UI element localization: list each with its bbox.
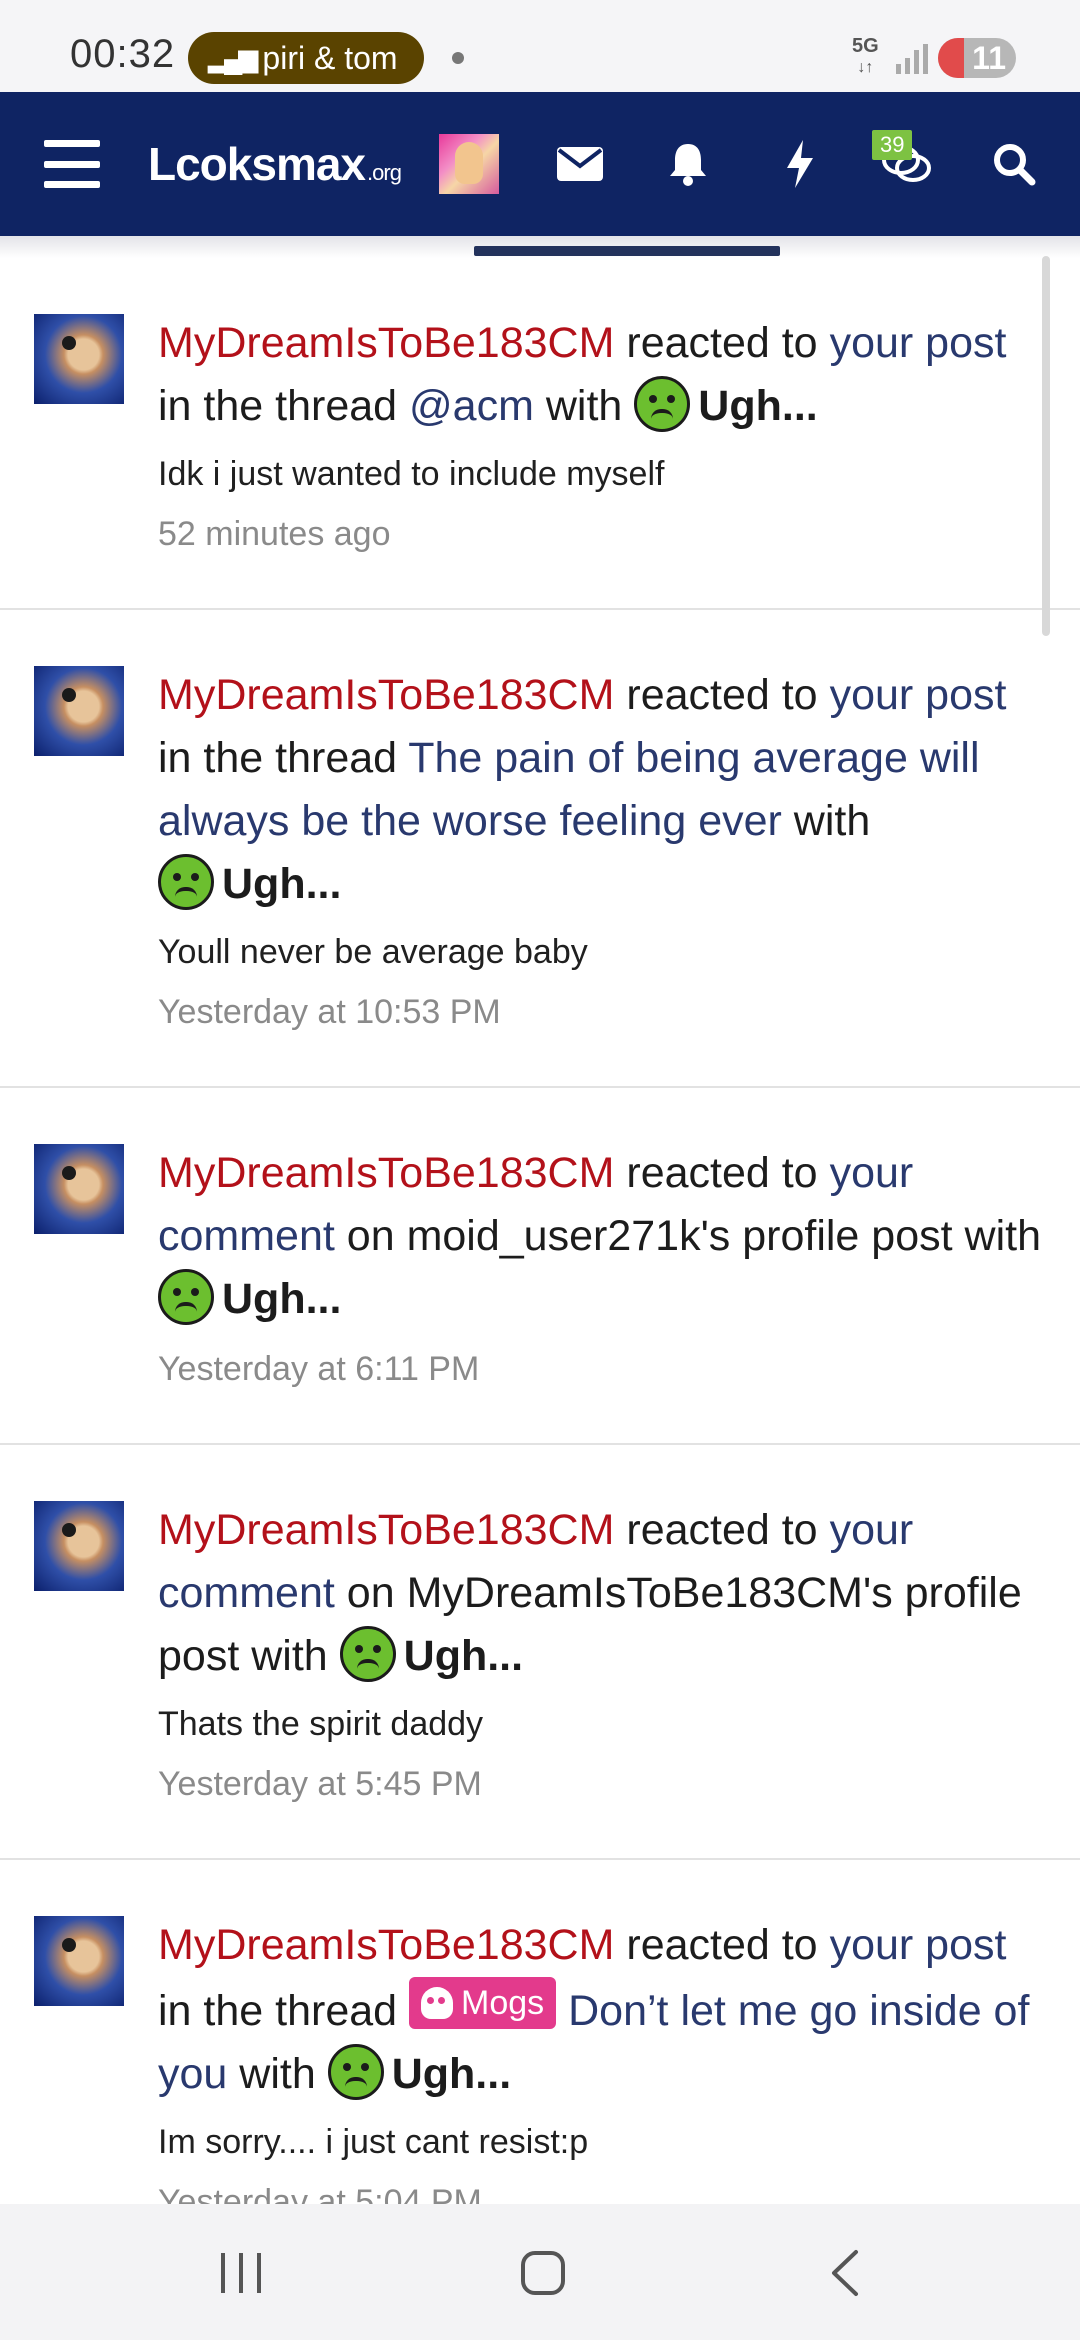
avatar[interactable] [34,666,124,756]
conversations-button[interactable] [876,92,936,236]
post-snippet: Thats the spirit daddy [158,1705,484,1743]
search-icon [994,144,1036,186]
user-avatar-button[interactable] [438,92,500,236]
active-tab-indicator [474,246,780,256]
bell-icon [670,144,706,186]
timestamp: 52 minutes ago [158,515,391,553]
reaction-label: Ugh... [158,854,341,910]
conversations-badge: 39 [872,130,913,160]
bolt-icon [787,140,813,188]
notification-text: MyDreamIsToBe183CM reacted to your post … [158,319,1007,432]
back-button[interactable] [800,2228,890,2318]
notification-text: MyDreamIsToBe183CM reacted to your comme… [158,1149,1041,1325]
notification-item[interactable]: MyDreamIsToBe183CM reacted to your comme… [0,1445,1080,1860]
alerts-button[interactable] [658,92,718,236]
signal-icon [896,42,928,74]
timestamp: Yesterday at 6:11 PM [158,1350,480,1388]
scrollbar[interactable] [1042,256,1050,636]
status-clock: 00:32 [70,32,176,76]
notification-item[interactable]: MyDreamIsToBe183CM reacted to your post … [0,610,1080,1088]
battery-indicator: 11 [938,38,1016,78]
nauseated-face-icon [327,2044,384,2100]
notification-item[interactable]: MyDreamIsToBe183CM reacted to your post … [0,258,1080,610]
inbox-button[interactable] [550,92,610,236]
username-link[interactable]: MyDreamIsToBe183CM [158,1921,614,1969]
battery-level: 11 [972,39,1006,76]
back-icon [832,2250,858,2296]
status-bar: 00:32 ▂▄▆ piri & tom 5G ↓↑ 11 [0,0,1080,92]
nauseated-face-icon [158,854,214,910]
timestamp: Yesterday at 5:45 PM [158,1765,482,1803]
skull-icon [421,1987,454,2019]
notification-text: MyDreamIsToBe183CM reacted to your post … [158,1921,1030,2100]
username-link[interactable]: MyDreamIsToBe183CM [158,1149,614,1197]
notification-item[interactable]: MyDreamIsToBe183CM reacted to your post … [0,1860,1080,2204]
avatar[interactable] [34,314,124,404]
timestamp: Yesterday at 10:53 PM [158,993,501,1031]
mail-icon [557,147,603,181]
username-link[interactable]: MyDreamIsToBe183CM [158,1506,614,1554]
network-type: 5G ↓↑ [852,35,879,76]
avatar[interactable] [34,1501,124,1591]
system-navigation-bar [0,2204,1080,2340]
menu-button[interactable] [40,92,104,236]
nauseated-face-icon [339,1626,396,1682]
nauseated-face-icon [158,1269,214,1325]
recents-icon [221,2253,261,2293]
reaction-label: Ugh... [339,1626,523,1682]
avatar[interactable] [34,1144,124,1234]
avatar [439,134,499,194]
nauseated-face-icon [634,376,691,432]
username-link[interactable]: MyDreamIsToBe183CM [158,671,614,719]
reaction-label: Ugh... [634,376,818,432]
search-button[interactable] [984,92,1044,236]
username-link[interactable]: MyDreamIsToBe183CM [158,319,614,367]
notification-dot-icon [452,52,464,64]
notification-text: MyDreamIsToBe183CM reacted to your post … [158,671,1007,910]
menu-icon [44,140,100,188]
home-icon [521,2251,565,2295]
reaction-label: Ugh... [327,2044,511,2100]
soundcloud-icon: ▂▄▆ [208,42,258,73]
home-button[interactable] [498,2228,588,2318]
post-snippet: Youll never be average baby [158,933,588,971]
site-logo[interactable]: Lcoksmax .org [148,92,418,236]
media-title: piri & tom [262,39,398,76]
post-link[interactable]: your post [830,1921,1007,1969]
thread-prefix-badge: Mogs [409,1977,557,2029]
reaction-label: Ugh... [158,1269,341,1325]
media-playback-pill[interactable]: ▂▄▆ piri & tom [188,32,424,84]
alerts-feed: MyDreamIsToBe183CM reacted to your post … [0,258,1080,2204]
notification-item[interactable]: MyDreamIsToBe183CM reacted to your comme… [0,1088,1080,1445]
top-navbar: Lcoksmax .org [0,92,1080,236]
recents-button[interactable] [196,2228,286,2318]
battery-low-icon [938,38,964,78]
avatar[interactable] [34,1916,124,2006]
post-snippet: Im sorry.... i just cant resist:p [158,2123,589,2161]
post-link[interactable]: your post [830,671,1007,719]
timestamp: Yesterday at 5:04 PM [158,2183,482,2204]
post-snippet: Idk i just wanted to include myself [158,455,665,493]
notification-text: MyDreamIsToBe183CM reacted to your comme… [158,1506,1022,1682]
post-link[interactable]: your post [830,319,1007,367]
whats-new-button[interactable] [770,92,830,236]
thread-link[interactable]: @acm [409,382,534,430]
